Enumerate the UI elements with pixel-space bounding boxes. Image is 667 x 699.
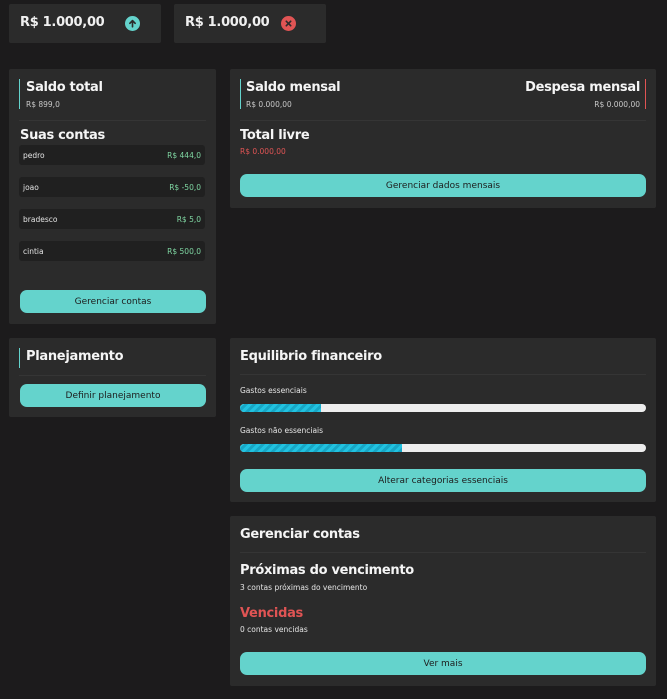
equilibrio-card: Equilibrio financeiro Gastos essenciais … — [230, 338, 656, 502]
saldo-mensal-title: Saldo mensal — [246, 80, 341, 95]
gerenciar-contas-title: Gerenciar contas — [240, 527, 360, 542]
planejamento-card: Planejamento Definir planejamento — [9, 338, 216, 417]
total-livre-value: R$ 0.000,00 — [240, 147, 286, 156]
saldo-mensal-value: R$ 0.000,00 — [246, 100, 292, 109]
gerenciar-contas-button[interactable]: Gerenciar contas — [20, 290, 206, 313]
suas-contas-title: Suas contas — [20, 128, 105, 143]
mensal-card: Saldo mensal R$ 0.000,00 Despesa mensal … — [230, 69, 656, 208]
income-summary: R$ 1.000,00 — [9, 4, 161, 43]
accent-bar — [19, 79, 20, 109]
account-item[interactable]: bradesco R$ 5,0 — [19, 209, 205, 229]
expense-amount: R$ 1.000,00 — [185, 15, 270, 30]
income-amount: R$ 1.000,00 — [20, 15, 105, 30]
gastos-nao-essenciais-fill — [240, 444, 403, 452]
account-item[interactable]: cintia R$ 500,0 — [19, 241, 205, 261]
account-name: cintia — [23, 247, 44, 256]
saldo-total-value: R$ 899,0 — [26, 100, 60, 109]
divider — [240, 374, 646, 375]
proximas-title: Próximas do vencimento — [240, 563, 414, 578]
alterar-categorias-button[interactable]: Alterar categorias essenciais — [240, 469, 646, 492]
account-name: joao — [23, 183, 39, 192]
accent-bar — [19, 348, 20, 368]
ver-mais-button[interactable]: Ver mais — [240, 652, 646, 675]
account-name: pedro — [23, 151, 45, 160]
account-value: R$ 5,0 — [176, 215, 201, 224]
gerenciar-dados-mensais-button[interactable]: Gerenciar dados mensais — [240, 174, 646, 197]
divider — [19, 120, 206, 121]
divider — [19, 375, 206, 376]
despesa-mensal-value: R$ 0.000,00 — [594, 100, 640, 109]
equilibrio-title: Equilibrio financeiro — [240, 349, 382, 364]
saldo-total-title: Saldo total — [26, 80, 103, 95]
proximas-subtitle: 3 contas próximas do vencimento — [240, 583, 368, 592]
gastos-essenciais-fill — [240, 404, 322, 412]
despesa-mensal-title: Despesa mensal — [525, 80, 640, 95]
vencidas-subtitle: 0 contas vencidas — [240, 625, 308, 634]
account-item[interactable]: joao R$ -50,0 — [19, 177, 205, 197]
saldo-total-card: Saldo total R$ 899,0 Suas contas pedro R… — [9, 69, 216, 324]
account-value: R$ -50,0 — [169, 183, 201, 192]
gastos-nao-essenciais-label: Gastos não essenciais — [240, 426, 324, 435]
gastos-essenciais-bar — [240, 404, 646, 412]
account-value: R$ 444,0 — [167, 151, 201, 160]
account-value: R$ 500,0 — [167, 247, 201, 256]
danger-bar — [645, 79, 646, 109]
account-item[interactable]: pedro R$ 444,0 — [19, 145, 205, 165]
accent-bar — [240, 79, 241, 109]
planejamento-title: Planejamento — [26, 349, 124, 364]
definir-planejamento-button[interactable]: Definir planejamento — [20, 384, 206, 407]
total-livre-title: Total livre — [240, 128, 310, 143]
arrow-up-icon[interactable] — [125, 16, 140, 31]
divider — [240, 120, 646, 121]
gerenciar-contas-card: Gerenciar contas Próximas do vencimento … — [230, 516, 656, 686]
close-icon[interactable] — [281, 16, 296, 31]
gastos-nao-essenciais-bar — [240, 444, 646, 452]
divider — [240, 552, 646, 553]
vencidas-title: Vencidas — [240, 606, 303, 621]
gastos-essenciais-label: Gastos essenciais — [240, 386, 307, 395]
expense-summary: R$ 1.000,00 — [174, 4, 326, 43]
account-name: bradesco — [23, 215, 58, 224]
